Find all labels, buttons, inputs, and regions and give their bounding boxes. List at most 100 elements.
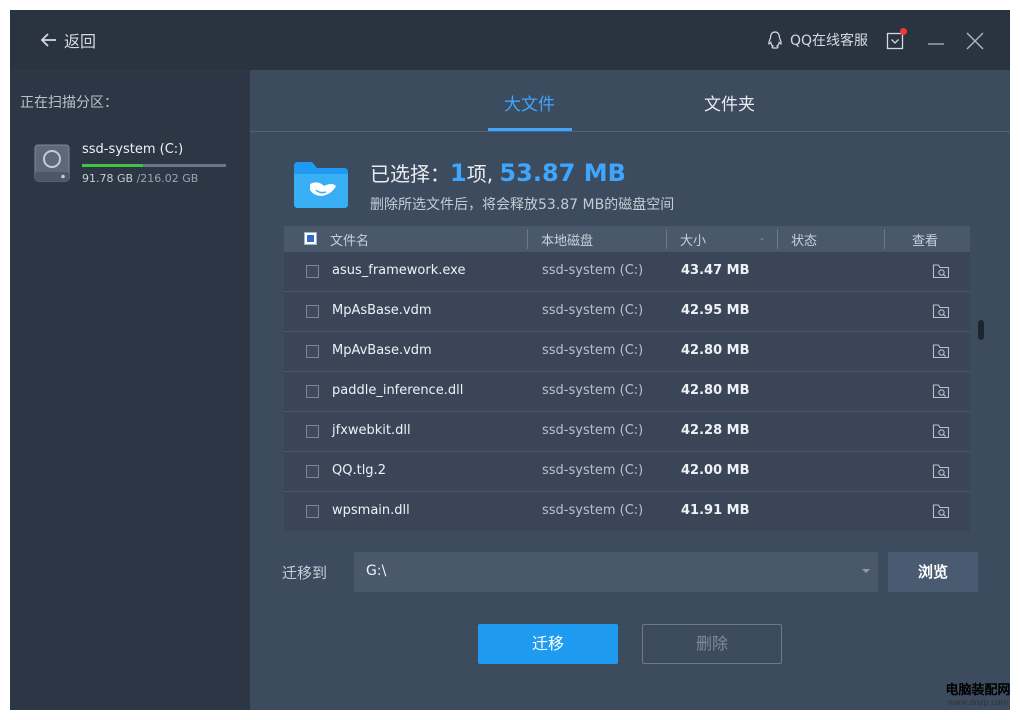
drive-size: 91.78 GB /216.02 GB [82,172,198,185]
qq-penguin-icon [768,31,782,49]
destination-path-value: G:\ [366,563,387,579]
table-row[interactable]: wpsmain.dll ssd-system (C:) 41.91 MB [284,492,970,531]
close-button[interactable] [964,30,986,52]
file-size: 41.91 MB [681,503,750,518]
row-checkbox[interactable] [306,265,319,278]
file-disk: ssd-system (C:) [542,503,644,518]
sidebar: 正在扫描分区： ssd-system (C:) 91.78 GB /216.02… [10,70,250,710]
table-row[interactable]: MpAsBase.vdm ssd-system (C:) 42.95 MB [284,292,970,332]
scan-partition-title: 正在扫描分区： [20,95,118,111]
table-scrollbar-thumb[interactable] [978,320,984,340]
file-size: 42.80 MB [681,383,750,398]
drive-usage-fill [82,164,144,167]
column-divider[interactable] [666,229,667,249]
file-name: wpsmain.dll [332,503,410,518]
select-all-checkbox[interactable] [304,232,317,245]
file-disk: ssd-system (C:) [542,383,644,398]
back-label: 返回 [64,32,97,51]
view-file-button[interactable] [932,382,950,400]
drive-item-c[interactable]: ssd-system (C:) 91.78 GB /216.02 GB [34,142,234,190]
file-name: jfxwebkit.dll [332,423,411,438]
table-row[interactable]: paddle_inference.dll ssd-system (C:) 42.80… [284,372,970,412]
column-header-status[interactable]: 状态 [791,230,817,249]
watermark-main: 电脑装配网 [945,683,1011,698]
selection-prefix: 已选择： [370,162,450,186]
file-disk: ssd-system (C:) [542,423,644,438]
migrate-button[interactable]: 迁移 [478,624,618,664]
row-checkbox[interactable] [306,385,319,398]
selection-count-unit: 项, [466,162,500,186]
note-suffix: 的磁盘空间 [604,197,675,213]
file-size: 42.00 MB [681,463,750,478]
qq-service-button[interactable]: QQ在线客服 [766,30,868,50]
row-checkbox[interactable] [306,345,319,358]
file-table: 文件名 本地磁盘 大小 - 状态 查看 asus_framework.exe ss… [284,226,970,531]
arrow-left-icon [40,33,56,47]
view-file-button[interactable] [932,262,950,280]
drive-total: /216.02 GB [136,172,199,185]
file-disk: ssd-system (C:) [542,463,644,478]
watermark-sub: www.dnzp.com [947,698,1009,707]
message-button[interactable] [886,28,907,50]
selection-count: 1 [450,159,467,187]
table-body: asus_framework.exe ssd-system (C:) 43.47 M… [284,252,970,531]
row-checkbox[interactable] [306,425,319,438]
file-size: 42.80 MB [681,343,750,358]
browse-button[interactable]: 浏览 [888,552,978,592]
hard-drive-icon [34,144,70,182]
view-file-button[interactable] [932,342,950,360]
view-file-button[interactable] [932,302,950,320]
folder-search-icon [932,504,950,519]
active-tab-underline [488,128,572,131]
folder-search-icon [932,304,950,319]
notification-dot [900,28,907,35]
folder-search-icon [932,424,950,439]
table-row[interactable]: asus_framework.exe ssd-system (C:) 43.47 M… [284,252,970,292]
folder-search-icon [932,264,950,279]
destination-path-select[interactable]: G:\ [354,552,878,592]
row-checkbox[interactable] [306,305,319,318]
file-size: 43.47 MB [681,263,750,278]
migrate-to-label: 迁移到 [282,564,328,582]
row-checkbox[interactable] [306,505,319,518]
table-row[interactable]: jfxwebkit.dll ssd-system (C:) 42.28 MB [284,412,970,452]
table-row[interactable]: QQ.tlg.2 ssd-system (C:) 42.00 MB [284,452,970,492]
minimize-button[interactable] [926,32,946,52]
column-header-size[interactable]: 大小 [680,230,706,249]
column-divider[interactable] [884,229,885,249]
tab-folders[interactable]: 文件夹 [704,90,755,115]
note-prefix: 删除所选文件后，将会释放 [370,197,538,213]
close-icon [966,32,984,50]
column-header-view[interactable]: 查看 [912,230,938,249]
view-file-button[interactable] [932,462,950,480]
tab-large-files[interactable]: 大文件 [504,90,555,115]
delete-button[interactable]: 删除 [642,624,782,664]
table-row[interactable]: MpAvBase.vdm ssd-system (C:) 42.80 MB [284,332,970,372]
tab-bar: 大文件 文件夹 [250,70,1010,132]
main-panel: 大文件 文件夹 已选择：1项, 53.87 MB 删除所选文件后，将会释放53.… [250,70,1010,710]
chevron-down-icon [862,569,870,573]
file-size: 42.28 MB [681,423,750,438]
column-divider[interactable] [527,229,528,249]
back-button[interactable]: 返回 [40,28,96,52]
note-size: 53.87 MB [538,197,605,213]
file-name: MpAsBase.vdm [332,303,432,318]
folder-whale-icon [294,162,348,208]
drive-used: 91.78 GB [82,172,134,185]
row-checkbox[interactable] [306,465,319,478]
title-bar: 返回 QQ在线客服 [10,10,1010,70]
folder-search-icon [932,464,950,479]
table-header: 文件名 本地磁盘 大小 - 状态 查看 [284,226,970,252]
free-space-note: 删除所选文件后，将会释放53.87 MB的磁盘空间 [370,194,674,214]
column-header-disk[interactable]: 本地磁盘 [541,230,593,249]
drive-usage-bar [82,164,226,167]
selection-summary: 已选择：1项, 53.87 MB [370,158,626,187]
column-header-name[interactable]: 文件名 [330,230,369,249]
view-file-button[interactable] [932,422,950,440]
file-name: QQ.tlg.2 [332,463,386,478]
view-file-button[interactable] [932,502,950,520]
drive-name: ssd-system (C:) [82,142,184,157]
file-size: 42.95 MB [681,303,750,318]
qq-service-label: QQ在线客服 [790,33,869,49]
column-divider[interactable] [777,229,778,249]
